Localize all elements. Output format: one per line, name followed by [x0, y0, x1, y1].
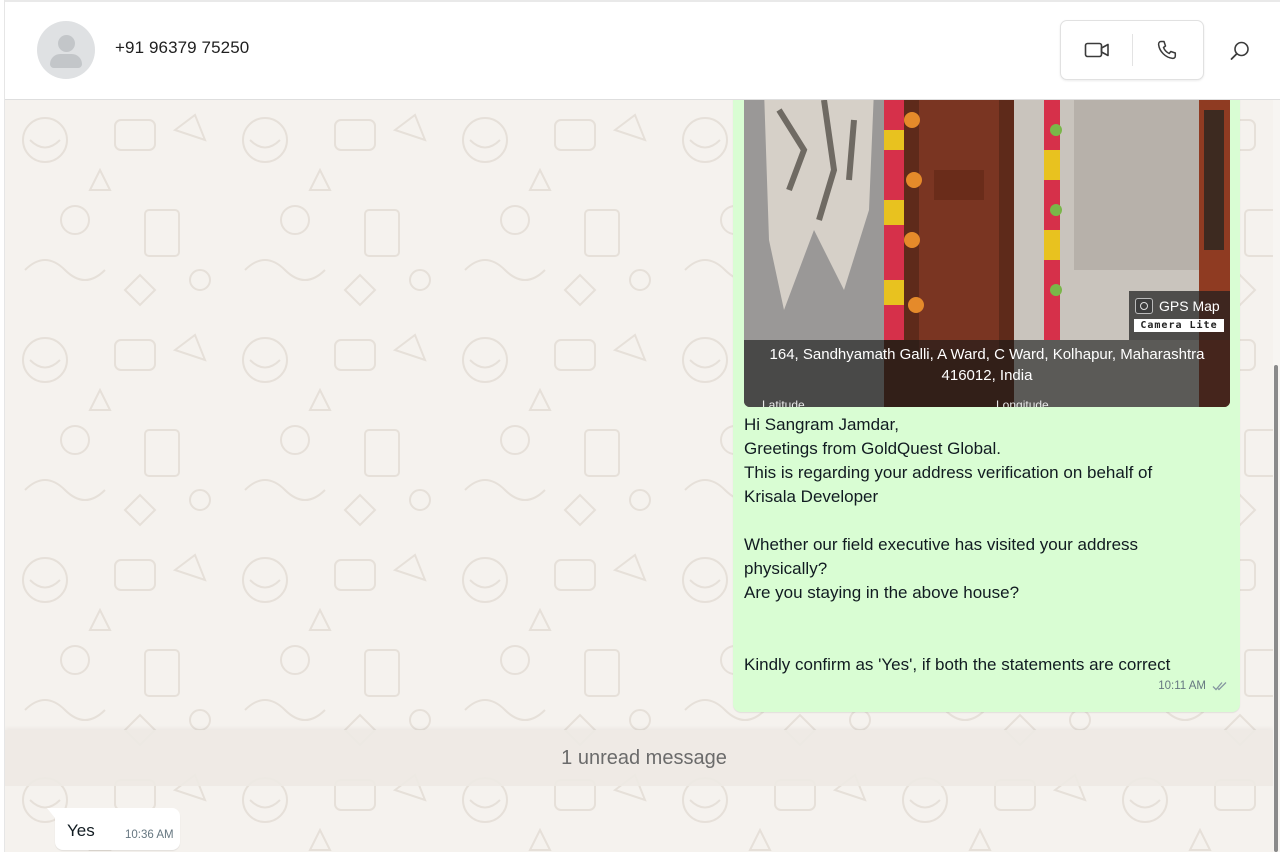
message-line: Whether our field executive has visited …	[744, 535, 1139, 554]
outgoing-message-meta: 10:11 AM	[1158, 680, 1228, 692]
longitude-label: Longitude	[996, 398, 1049, 407]
latitude-label: Latitude	[762, 398, 805, 407]
chat-panel[interactable]: GPS Map Camera Lite 164, Sandhyamath Gal…	[5, 100, 1273, 852]
message-line	[744, 605, 1224, 629]
double-check-icon	[1212, 682, 1227, 691]
voice-call-button[interactable]	[1149, 35, 1185, 65]
message-line: Hi Sangram Jamdar,	[744, 415, 899, 434]
gps-badge-title: GPS Map	[1159, 298, 1220, 314]
message-line	[744, 629, 1224, 653]
incoming-message-bubble[interactable]: Yes 10:36 AM	[47, 808, 180, 850]
gps-address: 164, Sandhyamath Galli, A Ward, C Ward, …	[769, 346, 1205, 384]
gps-badge-subtitle: Camera Lite	[1134, 319, 1224, 332]
video-call-button[interactable]	[1077, 35, 1117, 65]
outgoing-message-text: Hi Sangram Jamdar, Greetings from GoldQu…	[744, 413, 1224, 677]
incoming-message-text: Yes	[67, 821, 95, 840]
message-line: Greetings from GoldQuest Global.	[744, 439, 1002, 458]
chat-scrollbar-thumb[interactable]	[1274, 365, 1278, 852]
message-line: Kindly confirm as 'Yes', if both the sta…	[744, 655, 1171, 674]
gps-map-camera-badge: GPS Map Camera Lite	[1129, 291, 1230, 340]
message-line: Are you staying in the above house?	[744, 583, 1020, 602]
message-line: This is regarding your address verificat…	[744, 463, 1153, 482]
contact-avatar[interactable]	[37, 21, 95, 79]
bubble-tail	[47, 808, 55, 818]
message-line	[744, 509, 1224, 533]
contact-name[interactable]: +91 96379 75250	[115, 38, 249, 58]
camera-icon	[1135, 298, 1153, 314]
video-camera-icon	[1084, 42, 1109, 58]
person-placeholder-icon	[58, 35, 75, 52]
search-button[interactable]	[1227, 38, 1253, 64]
phone-icon	[1157, 40, 1177, 60]
call-buttons-group	[1060, 20, 1204, 80]
call-buttons-divider	[1132, 34, 1133, 66]
message-line: physically?	[744, 559, 828, 578]
geotagged-photo[interactable]: GPS Map Camera Lite 164, Sandhyamath Gal…	[744, 100, 1230, 407]
message-time: 10:11 AM	[1158, 680, 1206, 692]
avatar-body-shape	[50, 54, 82, 68]
message-line: Krisala Developer	[744, 487, 879, 506]
chat-header: +91 96379 75250	[5, 2, 1280, 100]
incoming-message-time: 10:36 AM	[125, 829, 174, 841]
outgoing-message-bubble[interactable]: GPS Map Camera Lite 164, Sandhyamath Gal…	[733, 100, 1240, 712]
search-icon	[1230, 41, 1249, 60]
unread-count-label: 1 unread message	[561, 747, 727, 769]
unread-messages-divider: 1 unread message	[5, 730, 1273, 786]
